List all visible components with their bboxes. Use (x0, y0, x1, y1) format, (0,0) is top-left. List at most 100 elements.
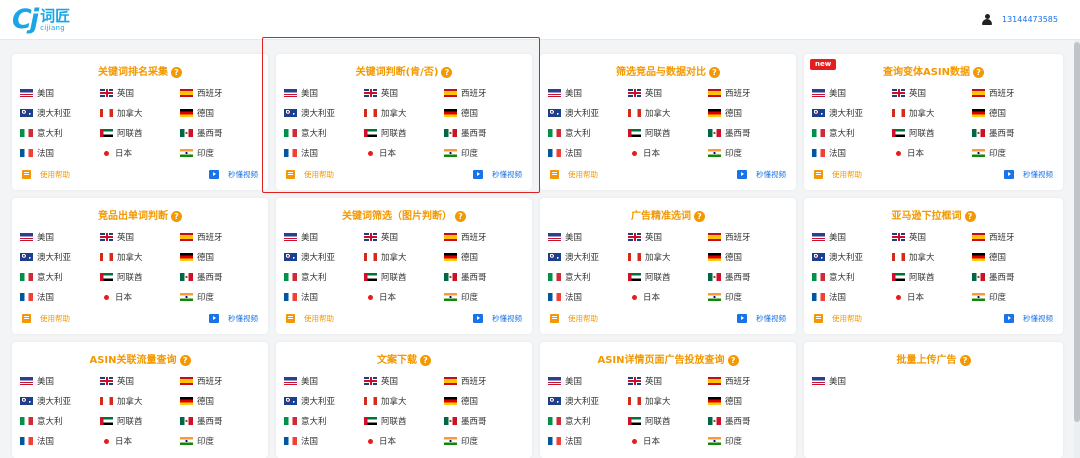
video-link[interactable]: 秒懂视频 (1004, 169, 1053, 180)
tool-card[interactable]: 亚马逊下拉框词? 美国 英国 西班牙 澳大利亚 加拿大 德国 意大利 阿联酋 墨西哥 法国 日本 印度使… (804, 198, 1063, 334)
card-title[interactable]: 广告精准选词? (540, 207, 796, 222)
country-link[interactable]: 西班牙 (708, 87, 751, 99)
country-link[interactable]: 意大利 (812, 271, 855, 283)
country-link[interactable]: 西班牙 (180, 231, 223, 243)
tool-card[interactable]: 关键词筛选（图片判断）? 美国 英国 西班牙 澳大利亚 加拿大 德国 意大利 阿联酋 墨西哥 法国 日… (276, 198, 532, 334)
country-link[interactable]: 墨西哥 (444, 127, 487, 139)
tool-card[interactable]: ASIN详情页面广告投放查询? 美国 英国 西班牙 澳大利亚 加拿大 德国 意大利 阿联酋 墨西哥… (540, 342, 796, 458)
country-link[interactable]: 阿联酋 (364, 271, 407, 283)
help-link[interactable]: 使用帮助 (286, 169, 334, 180)
country-link[interactable]: 意大利 (20, 127, 63, 139)
country-link[interactable]: 法国 (548, 291, 582, 303)
country-link[interactable]: 英国 (364, 87, 398, 99)
video-link[interactable]: 秒懂视频 (737, 313, 786, 324)
video-link[interactable]: 秒懂视频 (209, 313, 258, 324)
country-link[interactable]: 日本 (628, 147, 660, 159)
country-link[interactable]: 意大利 (20, 271, 63, 283)
help-link[interactable]: 使用帮助 (814, 313, 862, 324)
country-link[interactable]: 日本 (892, 147, 924, 159)
user-menu[interactable]: 13144473585 (982, 14, 1058, 25)
card-title[interactable]: 竞品出单词判断? (12, 207, 268, 222)
country-link[interactable]: 美国 (20, 87, 54, 99)
country-link[interactable]: 德国 (972, 107, 1006, 119)
country-link[interactable]: 阿联酋 (364, 127, 407, 139)
country-link[interactable]: 澳大利亚 (284, 395, 335, 407)
country-link[interactable]: 墨西哥 (972, 127, 1015, 139)
country-link[interactable]: 意大利 (284, 127, 327, 139)
country-link[interactable]: 印度 (180, 147, 214, 159)
country-link[interactable]: 日本 (100, 435, 132, 447)
country-link[interactable]: 英国 (892, 87, 926, 99)
country-link[interactable]: 加拿大 (100, 251, 143, 263)
country-link[interactable]: 澳大利亚 (548, 107, 599, 119)
country-link[interactable]: 西班牙 (972, 87, 1015, 99)
country-link[interactable]: 印度 (708, 147, 742, 159)
country-link[interactable]: 澳大利亚 (548, 395, 599, 407)
country-link[interactable]: 法国 (284, 291, 318, 303)
country-link[interactable]: 美国 (812, 231, 846, 243)
user-phone[interactable]: 13144473585 (1002, 15, 1058, 24)
card-title[interactable]: 批量上传广告? (804, 351, 1063, 366)
country-link[interactable]: 西班牙 (972, 231, 1015, 243)
country-link[interactable]: 美国 (812, 87, 846, 99)
country-link[interactable]: 法国 (812, 291, 846, 303)
video-link[interactable]: 秒懂视频 (209, 169, 258, 180)
help-link[interactable]: 使用帮助 (286, 313, 334, 324)
country-link[interactable]: 德国 (180, 251, 214, 263)
country-link[interactable]: 意大利 (548, 415, 591, 427)
card-title[interactable]: ASIN详情页面广告投放查询? (540, 351, 796, 366)
country-link[interactable]: 印度 (972, 291, 1006, 303)
country-link[interactable]: 印度 (444, 147, 478, 159)
country-link[interactable]: 印度 (444, 435, 478, 447)
country-link[interactable]: 英国 (100, 231, 134, 243)
country-link[interactable]: 西班牙 (444, 87, 487, 99)
logo[interactable]: Cj 词匠 cijiang (12, 6, 70, 33)
country-link[interactable]: 德国 (708, 251, 742, 263)
tool-card[interactable]: ASIN关联流量查询? 美国 英国 西班牙 澳大利亚 加拿大 德国 意大利 阿联酋 墨西哥 法国 日本… (12, 342, 268, 458)
question-mark-icon[interactable]: ? (964, 211, 976, 222)
card-title[interactable]: 筛选竞品与数据对比? (540, 63, 796, 78)
country-link[interactable]: 墨西哥 (708, 415, 751, 427)
country-link[interactable]: 英国 (628, 87, 662, 99)
country-link[interactable]: 德国 (444, 251, 478, 263)
country-link[interactable]: 墨西哥 (180, 415, 223, 427)
tool-card[interactable]: 竞品出单词判断? 美国 英国 西班牙 澳大利亚 加拿大 德国 意大利 阿联酋 墨西哥 法国 日本 印度使… (12, 198, 268, 334)
country-link[interactable]: 阿联酋 (892, 271, 935, 283)
country-link[interactable]: 阿联酋 (364, 415, 407, 427)
country-link[interactable]: 墨西哥 (180, 271, 223, 283)
question-mark-icon[interactable]: ? (171, 67, 182, 78)
tool-card[interactable]: 批量上传广告? 美国 (804, 342, 1063, 458)
country-link[interactable]: 加拿大 (628, 395, 671, 407)
country-link[interactable]: 印度 (444, 291, 478, 303)
country-link[interactable]: 法国 (812, 147, 846, 159)
country-link[interactable]: 美国 (20, 375, 54, 387)
country-link[interactable]: 德国 (972, 251, 1006, 263)
card-title[interactable]: 关键词排名采集? (12, 63, 268, 78)
country-link[interactable]: 澳大利亚 (20, 251, 71, 263)
country-link[interactable]: 意大利 (284, 415, 327, 427)
question-mark-icon[interactable]: ? (179, 355, 191, 366)
question-mark-icon[interactable]: ? (171, 211, 182, 222)
country-link[interactable]: 美国 (284, 375, 318, 387)
country-link[interactable]: 印度 (972, 147, 1006, 159)
country-link[interactable]: 法国 (548, 435, 582, 447)
country-link[interactable]: 澳大利亚 (284, 107, 335, 119)
tool-card[interactable]: 关键词排名采集? 美国 英国 西班牙 澳大利亚 加拿大 德国 意大利 阿联酋 墨西哥 法国 日本 印度使… (12, 54, 268, 190)
video-link[interactable]: 秒懂视频 (1004, 313, 1053, 324)
country-link[interactable]: 澳大利亚 (548, 251, 599, 263)
question-mark-icon[interactable]: ? (694, 211, 705, 222)
country-link[interactable]: 英国 (364, 375, 398, 387)
country-link[interactable]: 美国 (548, 87, 582, 99)
card-title[interactable]: 文案下载? (276, 351, 532, 366)
country-link[interactable]: 日本 (628, 435, 660, 447)
country-link[interactable]: 日本 (364, 435, 396, 447)
question-mark-icon[interactable]: ? (420, 355, 431, 366)
country-link[interactable]: 西班牙 (444, 375, 487, 387)
country-link[interactable]: 法国 (20, 291, 54, 303)
tool-card[interactable]: 关键词判断(肯/否)? 美国 英国 西班牙 澳大利亚 加拿大 德国 意大利 阿联酋 墨西哥 法国 日本… (276, 54, 532, 190)
country-link[interactable]: 法国 (284, 435, 318, 447)
country-link[interactable]: 意大利 (812, 127, 855, 139)
help-link[interactable]: 使用帮助 (550, 313, 598, 324)
country-link[interactable]: 加拿大 (100, 395, 143, 407)
country-link[interactable]: 加拿大 (892, 251, 935, 263)
